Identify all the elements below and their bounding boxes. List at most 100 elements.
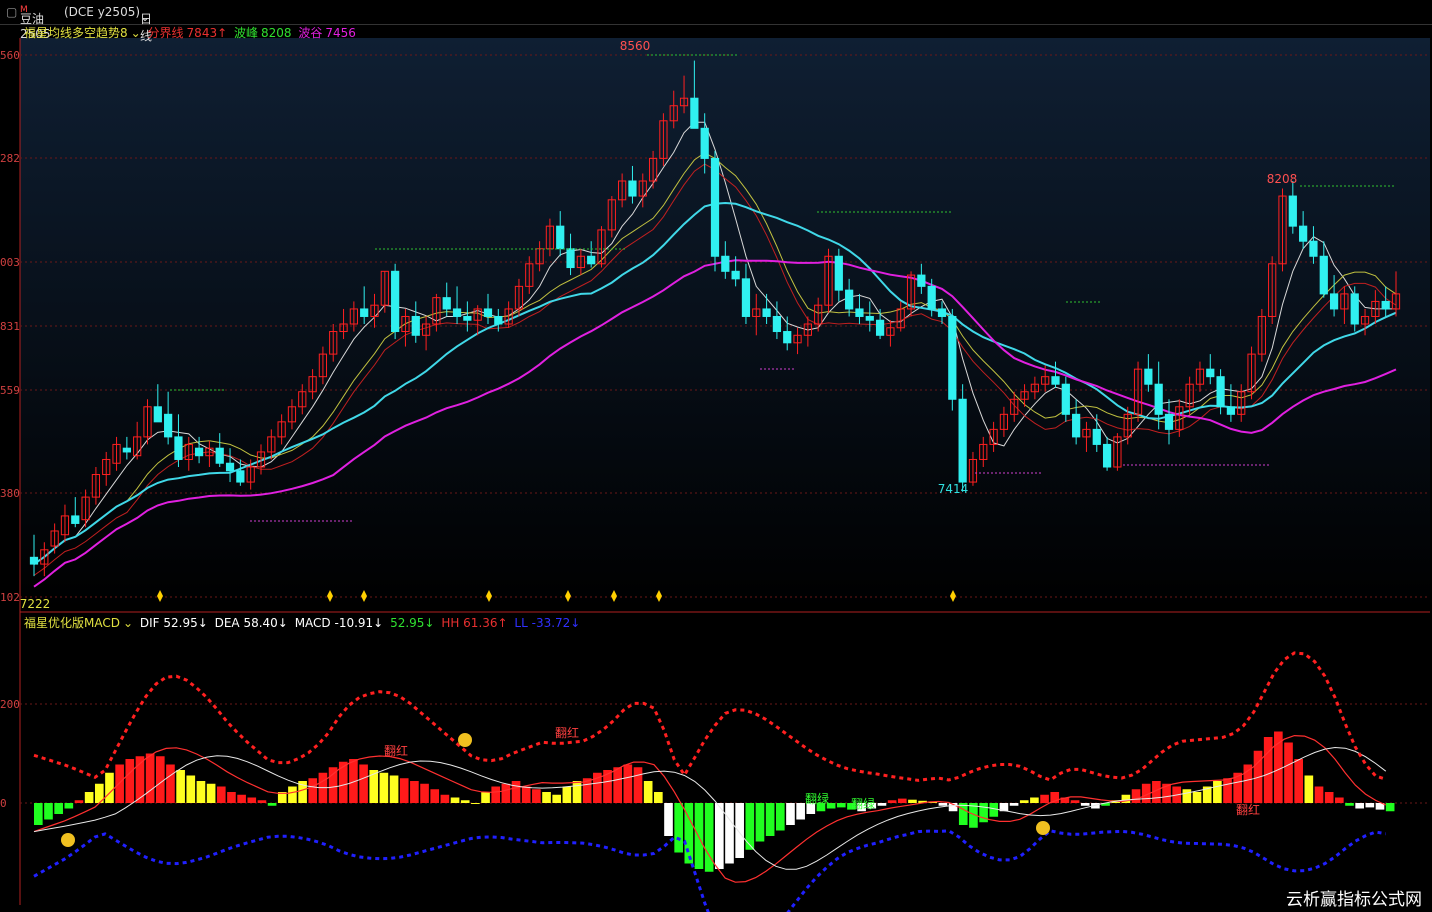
candle-body <box>855 308 864 317</box>
dea-value: DEA 58.40↓ <box>214 616 288 630</box>
symbol-name[interactable]: 豆油2505 M <box>20 5 51 41</box>
macd-bar <box>521 786 531 803</box>
candle-body <box>174 436 183 460</box>
macd-bar <box>328 767 338 803</box>
high2-label: 8208 <box>1267 172 1298 186</box>
candle-body <box>236 470 245 483</box>
macd-bar <box>877 803 887 806</box>
macd-bar <box>786 803 795 825</box>
macd-bar <box>1345 803 1354 806</box>
macd-bar <box>887 800 897 803</box>
divider-label: 分界线 <box>147 26 184 40</box>
candle-body <box>927 285 936 310</box>
candle-body <box>1309 240 1318 257</box>
macd-bar <box>1070 800 1080 803</box>
macd-bar <box>176 770 185 803</box>
macd-bar <box>440 794 450 803</box>
macd-bar <box>654 792 663 803</box>
main-axis-tick: 560 <box>0 49 20 62</box>
candle-body <box>587 255 596 265</box>
chevron-down-icon[interactable]: ⌄ <box>131 26 141 40</box>
candle-body <box>875 319 885 336</box>
macd-bar <box>938 803 948 806</box>
macd-bar <box>1314 786 1324 803</box>
macd-bar <box>908 799 917 803</box>
macd-bar <box>562 786 572 803</box>
main-indicator-name[interactable]: 福星均线多空趋势8 <box>24 26 128 40</box>
macd-bar <box>145 753 155 803</box>
high-label: 8560 <box>620 39 651 53</box>
candle-body <box>948 315 957 400</box>
candle-body <box>1051 376 1060 385</box>
candle-body <box>164 413 173 438</box>
trough-label: 波谷 <box>298 26 323 40</box>
macd-bar <box>1304 775 1314 803</box>
macd-bar <box>715 803 724 869</box>
chevron-down-icon[interactable]: ⌄ <box>123 616 133 630</box>
macd-bar <box>115 764 124 803</box>
candle-body <box>937 308 947 317</box>
macd-bar <box>725 803 734 864</box>
macd-bar <box>775 803 785 831</box>
main-legend: 福星均线多空趋势8 ⌄ 分界线 7843↑ 波峰 8208 波谷 7456 <box>24 24 359 41</box>
macd-bar <box>664 803 673 836</box>
main-axis-tick: 003 <box>0 256 20 269</box>
macd-bar <box>74 800 84 803</box>
candle-body <box>958 398 967 483</box>
macd-bar <box>389 775 399 803</box>
candle-body <box>700 127 709 159</box>
macd-bar <box>1030 797 1039 803</box>
watermark: 云析赢指标公式网 <box>1286 890 1422 910</box>
fan-red-label: 翻红 <box>1236 802 1260 817</box>
symbol-icon[interactable]: ▢ <box>6 5 17 19</box>
chevron-down-icon: ⌄ <box>140 10 151 24</box>
macd-axis-tick: 0 <box>0 797 7 810</box>
macd-bar <box>1009 803 1019 806</box>
macd-bar <box>288 786 297 803</box>
macd-bar <box>1080 803 1090 806</box>
macd-bar <box>745 803 755 850</box>
macd-legend: 福星优化版MACD ⌄ DIF 52.95↓ DEA 58.40↓ MACD -1… <box>24 614 583 631</box>
macd-bar <box>227 792 236 803</box>
macd-bar <box>511 781 521 803</box>
candle-body <box>710 157 720 257</box>
candle-body <box>391 270 400 333</box>
macd-bar <box>1294 759 1303 803</box>
macd-bar <box>572 781 582 803</box>
macd-bar <box>674 803 683 853</box>
candle-body <box>1329 293 1339 310</box>
macd-bar <box>1355 803 1364 809</box>
candle-body <box>442 297 451 310</box>
candle-body <box>463 315 472 321</box>
candle-body <box>122 447 131 453</box>
candle-body <box>1216 376 1225 408</box>
candle-body <box>1092 428 1101 445</box>
macd-bar <box>796 803 805 820</box>
macd-bar <box>643 781 653 803</box>
macd-bar <box>1182 789 1192 803</box>
candle-body <box>215 447 224 464</box>
macd-bar <box>155 756 165 803</box>
macd-bar <box>1274 731 1283 803</box>
macd-bar <box>34 803 43 825</box>
candle-body <box>71 515 80 524</box>
macd-bar <box>552 794 562 803</box>
macd-bar <box>1335 797 1344 803</box>
exchange-code: (DCE y2505) <box>64 5 141 19</box>
macd-bar <box>1263 737 1273 803</box>
start-label: 7222 <box>20 597 51 611</box>
macd-bar <box>379 772 389 803</box>
candle-body <box>153 406 162 423</box>
macd-indicator-name[interactable]: 福星优化版MACD <box>24 616 120 630</box>
candle-body <box>483 308 493 317</box>
candle-body <box>1072 413 1081 438</box>
low-label: 7414 <box>938 482 969 496</box>
candle-body <box>690 97 699 129</box>
macd-bar <box>460 800 470 803</box>
macd-bar <box>1284 742 1293 803</box>
candle-body <box>494 315 503 325</box>
macd-bar <box>623 764 633 803</box>
candle-body <box>1144 368 1153 385</box>
macd-bar <box>1213 781 1222 803</box>
candle-body <box>772 315 782 333</box>
